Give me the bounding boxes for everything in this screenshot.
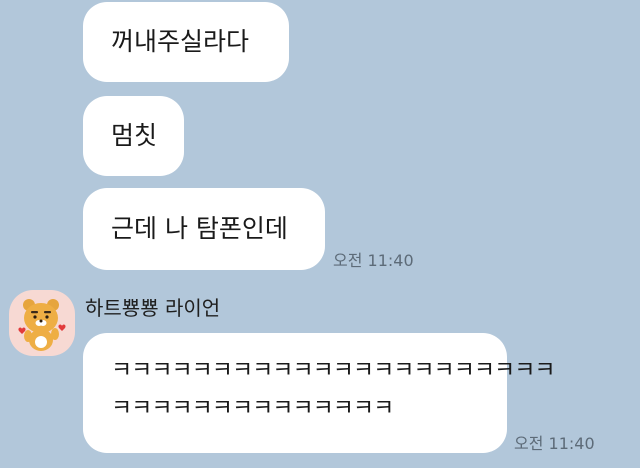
avatar-image [18, 299, 66, 351]
message-bubble[interactable]: 근데 나 탐폰인데 [83, 188, 325, 270]
message-text: ㅋㅋㅋㅋㅋㅋㅋㅋㅋㅋㅋㅋㅋㅋㅋㅋㅋㅋㅋㅋㅋㅋ [111, 357, 556, 383]
message-text: 멈칫 [111, 121, 158, 150]
message-bubble[interactable]: ㅋㅋㅋㅋㅋㅋㅋㅋㅋㅋㅋㅋㅋㅋㅋㅋㅋㅋㅋㅋㅋㅋ ㅋㅋㅋㅋㅋㅋㅋㅋㅋㅋㅋㅋㅋㅋ [83, 333, 556, 453]
message-timestamp: 오전 11:40 [514, 434, 595, 453]
message-timestamp: 오전 11:40 [333, 251, 414, 270]
chat-room: 꺼내주실라다 멈칫 근데 나 탐폰인데 오전 11:40 하트뿅뿅 라이언 ㅋㅋ… [0, 0, 640, 468]
message-text: 꺼내주실라다 [111, 27, 250, 56]
sender-name: 하트뿅뿅 라이언 [85, 296, 221, 320]
message-text: 근데 나 탐폰인데 [111, 214, 288, 243]
message-text: ㅋㅋㅋㅋㅋㅋㅋㅋㅋㅋㅋㅋㅋㅋ [111, 395, 394, 421]
message-bubble[interactable]: 멈칫 [83, 96, 184, 176]
ryan-character-icon[interactable] [9, 290, 75, 356]
message-bubble[interactable]: 꺼내주실라다 [83, 2, 289, 82]
